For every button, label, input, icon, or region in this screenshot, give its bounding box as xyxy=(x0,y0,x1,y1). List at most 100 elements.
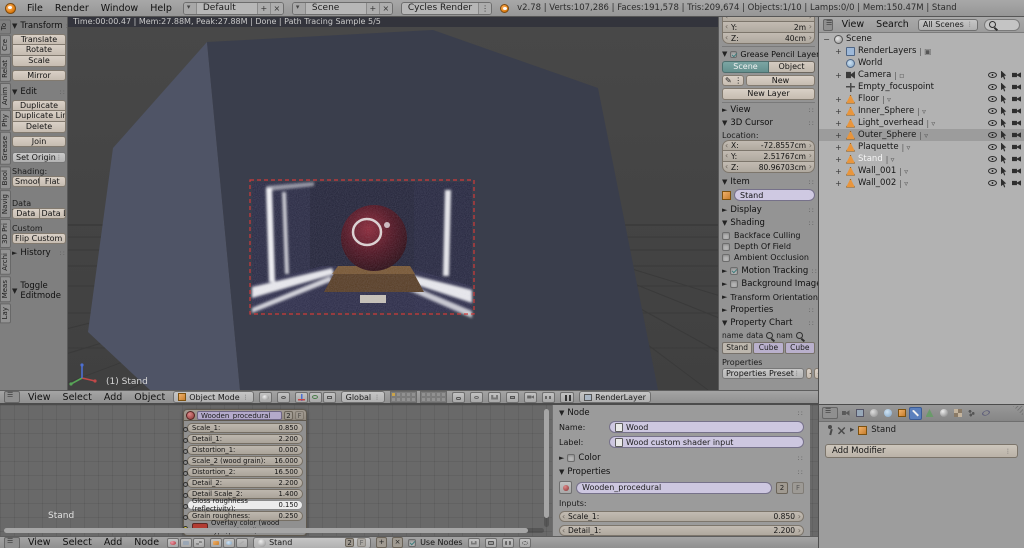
panel-node[interactable]: ▼ Node:: xyxy=(559,408,804,418)
tab-render[interactable] xyxy=(839,407,852,420)
insert-offset-icon[interactable] xyxy=(501,537,514,548)
node-input-row[interactable]: Scale_1: 0.850 xyxy=(183,423,303,433)
fake-user-button[interactable]: F xyxy=(295,410,304,420)
mode-dropdown[interactable]: Object Mode ⋮ xyxy=(173,391,254,403)
selectability-toggle-icon[interactable] xyxy=(1001,142,1007,152)
outliner-item-label[interactable]: Stand xyxy=(858,154,883,164)
tree-type-composite-icon[interactable] xyxy=(180,537,193,548)
renderability-toggle-icon[interactable] xyxy=(1012,84,1021,90)
set-origin-dropdown[interactable]: Set Origin ⋮ xyxy=(12,152,66,163)
tool-shelf-tab[interactable]: Meas xyxy=(0,275,11,303)
layers-widget-group2[interactable] xyxy=(420,391,448,403)
tool-shelf-tab[interactable]: Anim xyxy=(0,83,11,110)
visibility-toggle-icon[interactable] xyxy=(988,132,997,138)
node-group-field[interactable]: Wooden_procedural xyxy=(576,481,772,494)
editor-type-icon[interactable] xyxy=(822,407,838,419)
mirror-button[interactable]: Mirror xyxy=(12,70,66,81)
outliner-filter-dropdown[interactable]: All Scenes ⋮ xyxy=(917,18,978,31)
node-editor[interactable]: Stand Wooden_procedural 2 F Scale_1: 0.8… xyxy=(0,404,818,536)
shading-option[interactable]: Depth Of Field xyxy=(722,241,815,252)
tool-shelf-tab[interactable]: Relat xyxy=(0,56,11,83)
outliner-item-label[interactable]: Scene xyxy=(846,34,872,44)
node-header-row[interactable]: Wooden_procedural 2 F xyxy=(183,409,307,421)
material-add-button[interactable]: + xyxy=(376,537,388,548)
expand-icon[interactable]: + xyxy=(834,71,843,80)
shading-option[interactable]: Ambient Occlusion xyxy=(722,252,815,263)
menu-item[interactable]: Render xyxy=(52,3,92,14)
outliner-row[interactable]: World xyxy=(819,57,1024,69)
screen-layout-selector[interactable]: Default + × xyxy=(182,1,284,15)
editor-type-icon[interactable] xyxy=(4,391,20,403)
node-input-row[interactable]: Distortion_1: 0.000 xyxy=(183,445,303,455)
expand-icon[interactable]: + xyxy=(834,167,843,176)
expand-icon[interactable]: + xyxy=(834,47,843,56)
shade-smooth-button[interactable]: Smoot xyxy=(12,176,40,187)
outliner-item-label[interactable]: Floor xyxy=(858,94,879,104)
panel-grease-pencil-layers[interactable]: ▼ Grease Pencil Layers xyxy=(722,49,818,59)
tab-texture[interactable] xyxy=(951,407,964,420)
selectability-toggle-icon[interactable] xyxy=(1001,166,1007,176)
expand-icon[interactable]: + xyxy=(834,155,843,164)
object-context-icon[interactable] xyxy=(835,423,848,437)
outliner-item-label[interactable]: RenderLayers xyxy=(858,46,916,56)
orientation-dropdown[interactable]: Global ⋮ xyxy=(340,391,386,403)
outliner-item-label[interactable]: Wall_002 xyxy=(858,178,896,188)
gp-new-layer-button[interactable]: New Layer xyxy=(722,88,815,100)
outliner-view-menu[interactable]: View xyxy=(839,19,868,30)
panel-transform-orientations[interactable]: ► Transform Orientations xyxy=(722,292,818,302)
add-modifier-dropdown[interactable]: Add Modifier ⋮ xyxy=(825,444,1018,458)
viewport-3d[interactable]: Time:00:00.47 | Mem:27.88M, Peak:27.88M … xyxy=(68,17,718,390)
panel-color[interactable]: ► Color:: xyxy=(559,453,804,463)
outliner-row[interactable]: + Outer_Sphere | ▿ xyxy=(819,129,1024,141)
opengl-render-icon[interactable] xyxy=(524,391,538,403)
search-icon[interactable] xyxy=(766,332,774,339)
selectability-toggle-icon[interactable] xyxy=(1001,130,1007,140)
selectability-toggle-icon[interactable] xyxy=(1001,94,1007,104)
visibility-toggle-icon[interactable] xyxy=(988,144,997,150)
shading-option[interactable]: Backface Culling xyxy=(722,230,815,241)
outliner-row[interactable]: + Floor | ▿ xyxy=(819,93,1024,105)
panel-shading[interactable]: ▼ Shading:: xyxy=(722,218,815,228)
duplicate-link-button[interactable]: Duplicate Link... xyxy=(12,111,66,122)
tab-material[interactable] xyxy=(937,407,950,420)
menu-item[interactable]: Select xyxy=(60,392,95,403)
redo-panel[interactable]: ▼ Toggle Editmode xyxy=(12,281,66,301)
tool-shelf-tab[interactable]: Cre xyxy=(0,35,11,56)
menu-item[interactable]: Select xyxy=(60,537,95,548)
engine-stepper[interactable]: ⋮ xyxy=(478,2,492,14)
visibility-toggle-icon[interactable] xyxy=(988,156,997,162)
menu-item[interactable]: Add xyxy=(101,392,125,403)
tab-render-layers[interactable] xyxy=(853,407,866,420)
expand-icon[interactable]: + xyxy=(834,131,843,140)
motion-tracking-checkbox[interactable] xyxy=(730,267,739,275)
shader-slot-linestyle-icon[interactable] xyxy=(236,537,249,548)
outliner-row[interactable]: − Scene xyxy=(819,33,1024,45)
use-nodes-checkbox[interactable] xyxy=(408,538,417,547)
outliner-row[interactable]: + Stand | ▿ xyxy=(819,153,1024,165)
tree-type-texture-icon[interactable] xyxy=(193,537,206,548)
panel-history[interactable]: ► History:: xyxy=(12,248,66,258)
visibility-toggle-icon[interactable] xyxy=(988,84,997,90)
outliner-row[interactable]: Empty_focuspoint xyxy=(819,81,1024,93)
layout-name[interactable]: Default xyxy=(197,3,257,13)
manipulator-scale-icon[interactable] xyxy=(322,391,336,403)
renderability-toggle-icon[interactable] xyxy=(1012,120,1021,126)
renderability-toggle-icon[interactable] xyxy=(1012,132,1021,138)
expand-icon[interactable]: + xyxy=(834,143,843,152)
selectability-toggle-icon[interactable] xyxy=(1001,178,1007,188)
node-group-name-field[interactable]: Wooden_procedural xyxy=(197,410,282,420)
chart-cell-stand[interactable]: Stand xyxy=(722,342,753,354)
layout-delete-button[interactable]: × xyxy=(269,2,283,14)
scene-selector[interactable]: Scene + × xyxy=(291,1,393,15)
node-users-count[interactable]: 2 xyxy=(284,410,293,420)
input-socket[interactable] xyxy=(183,459,188,465)
panel-view[interactable]: ► View:: xyxy=(722,105,815,115)
node-input-row[interactable]: Detail_2: 2.200 xyxy=(183,478,303,488)
tool-shelf-tab[interactable]: Grease xyxy=(0,131,11,165)
outliner-item-label[interactable]: Outer_Sphere xyxy=(858,130,916,140)
dimensions-z-field[interactable]: Z:40cm xyxy=(722,33,815,44)
shader-slot-world-icon[interactable] xyxy=(223,537,236,548)
material-users-count[interactable]: 2 xyxy=(345,538,355,547)
editor-type-icon[interactable] xyxy=(823,18,833,31)
panel-properties[interactable]: ► Properties:: xyxy=(722,305,815,315)
